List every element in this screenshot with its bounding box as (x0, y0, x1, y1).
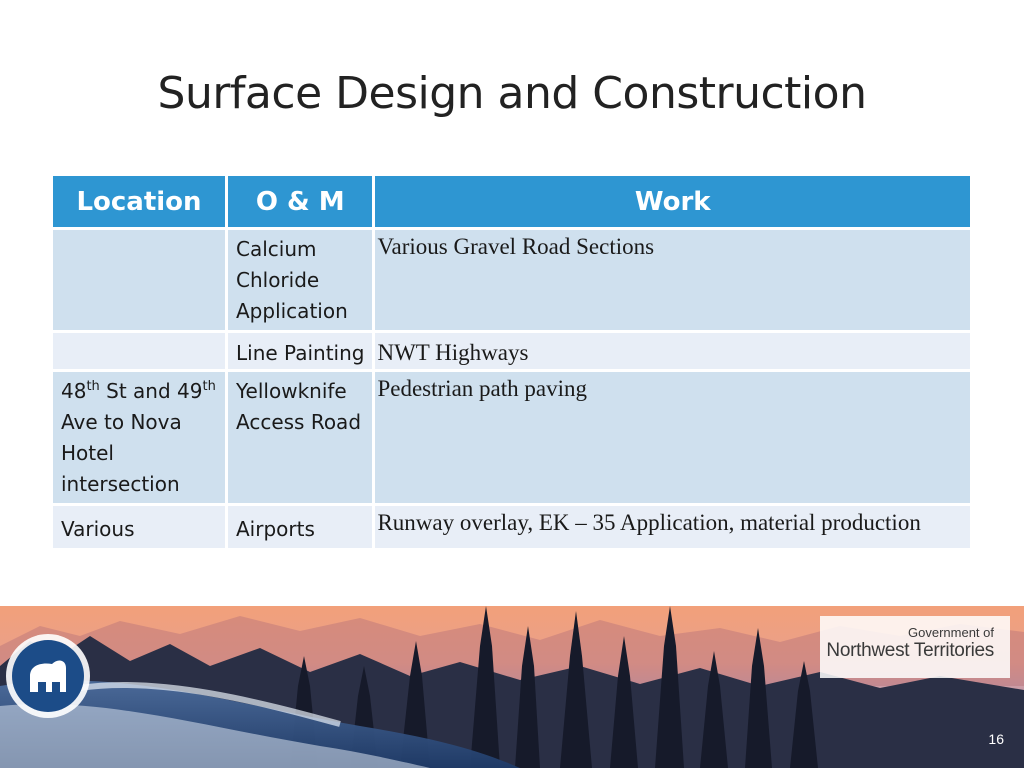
logo-line1: Government of (908, 625, 994, 640)
cell-om: Airports (224, 503, 376, 551)
cell-work: Pedestrian path paving (372, 369, 973, 506)
cell-location: 48th St and 49th Ave to Nova Hotel inter… (50, 369, 228, 506)
surface-work-table: Location O & M Work Calcium Chloride App… (50, 173, 973, 551)
logo-line2: Northwest Territories (826, 640, 994, 661)
slide-title: Surface Design and Construction (157, 68, 867, 119)
header-work: Work (372, 173, 973, 230)
table-header-row: Location O & M Work (50, 173, 973, 230)
table-row: Various Airports Runway overlay, EK – 35… (50, 503, 973, 551)
cell-location (50, 227, 228, 333)
cell-om: Yellowknife Access Road (224, 369, 376, 506)
cell-om: Calcium Chloride Application (224, 227, 376, 333)
cell-work: Various Gravel Road Sections (372, 227, 973, 333)
cell-om: Line Painting (224, 330, 376, 372)
table-row: Calcium Chloride Application Various Gra… (50, 227, 973, 333)
table-row: Line Painting NWT Highways (50, 330, 973, 372)
header-location: Location (50, 173, 228, 230)
header-om: O & M (224, 173, 376, 230)
table-row: 48th St and 49th Ave to Nova Hotel inter… (50, 369, 973, 506)
cell-location (50, 330, 228, 372)
gnwt-logo: Government of Northwest Territories (826, 625, 994, 662)
page-number: 16 (988, 731, 1004, 747)
cell-work: Runway overlay, EK – 35 Application, mat… (372, 503, 973, 551)
cell-work: NWT Highways (372, 330, 973, 372)
cell-location: Various (50, 503, 228, 551)
